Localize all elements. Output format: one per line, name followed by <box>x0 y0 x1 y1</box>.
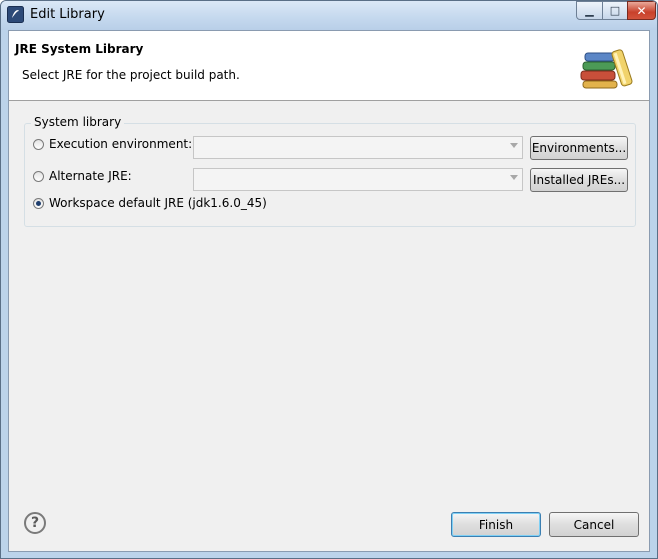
chevron-down-icon <box>510 175 518 180</box>
minimize-icon: ▁ <box>585 4 594 17</box>
execution-environment-combo[interactable] <box>193 136 523 159</box>
window-title: Edit Library <box>30 7 105 22</box>
alternate-jre-label: Alternate JRE: <box>49 169 132 183</box>
minimize-button[interactable]: ▁ <box>576 1 603 20</box>
system-library-group: System library Execution environment: En… <box>24 115 636 227</box>
execution-environment-label: Execution environment: <box>49 137 193 151</box>
maximize-icon: □ <box>609 4 621 17</box>
execution-environment-option[interactable]: Execution environment: <box>33 137 192 151</box>
chevron-down-icon <box>510 143 518 148</box>
radio-selected-dot <box>36 200 41 206</box>
page-title: JRE System Library <box>15 42 144 56</box>
wizard-header: JRE System Library Select JRE for the pr… <box>9 31 649 101</box>
group-label: System library <box>31 115 125 129</box>
library-books-icon <box>580 49 633 89</box>
alternate-jre-option[interactable]: Alternate JRE: <box>33 169 132 183</box>
eclipse-app-icon <box>7 6 24 23</box>
finish-button[interactable]: Finish <box>451 512 541 537</box>
maximize-button[interactable]: □ <box>602 1 628 20</box>
title-bar[interactable]: Edit Library ▁ □ ✕ <box>1 1 657 30</box>
alternate-jre-radio[interactable] <box>33 170 44 182</box>
close-button[interactable]: ✕ <box>627 1 656 20</box>
page-description: Select JRE for the project build path. <box>22 68 240 82</box>
dialog-body: JRE System Library Select JRE for the pr… <box>8 30 650 552</box>
close-icon: ✕ <box>636 3 647 18</box>
edit-library-dialog: Edit Library ▁ □ ✕ JRE System Library Se… <box>0 0 658 559</box>
workspace-default-jre-option[interactable]: Workspace default JRE (jdk1.6.0_45) <box>33 196 267 210</box>
execution-environment-radio[interactable] <box>33 138 44 150</box>
installed-jres-button[interactable]: Installed JREs... <box>530 168 628 192</box>
cancel-button[interactable]: Cancel <box>549 512 639 537</box>
alternate-jre-combo[interactable] <box>193 168 523 191</box>
help-icon[interactable]: ? <box>24 512 46 534</box>
environments-button[interactable]: Environments... <box>530 136 628 160</box>
workspace-default-jre-label: Workspace default JRE (jdk1.6.0_45) <box>49 196 267 210</box>
workspace-default-jre-radio[interactable] <box>33 197 44 209</box>
